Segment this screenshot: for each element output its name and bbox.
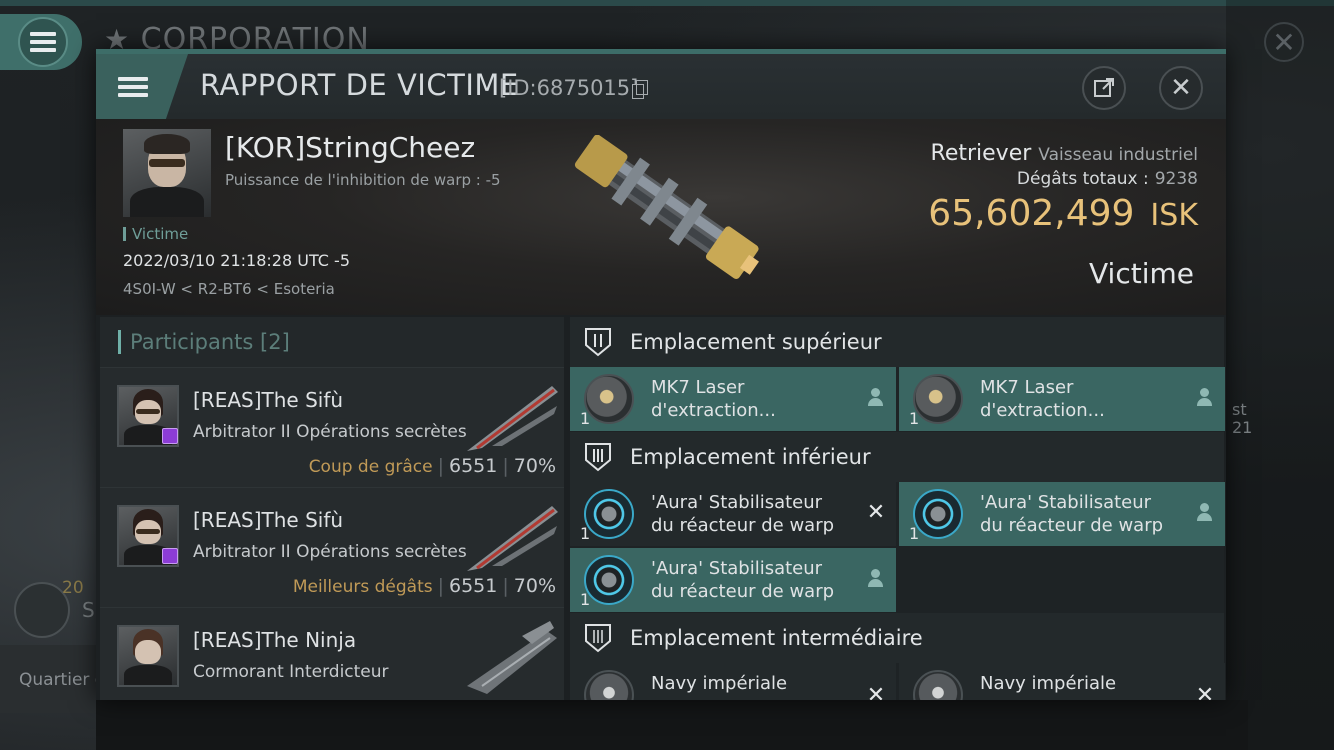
hamburger-icon	[118, 76, 148, 97]
module-slot[interactable]: Navy impériale ✕	[570, 663, 896, 700]
participant-stats: Meilleurs dégâts | 6551 | 70%	[292, 575, 556, 597]
mining-laser-icon	[913, 374, 963, 424]
participant-row[interactable]: [REAS]The Sifù Arbitrator II Opérations …	[100, 487, 564, 607]
corp-badge-icon	[162, 428, 178, 444]
close-button[interactable]: ✕	[1159, 66, 1203, 110]
participants-header: Participants [2]	[100, 317, 564, 367]
background-fragment-text: S	[82, 598, 95, 622]
module-slot[interactable]: 1 'Aura' Stabilisateur du réacteur de war…	[570, 482, 896, 546]
ship-name[interactable]: Retriever Vaisseau industriel	[931, 141, 1198, 166]
menu-icon	[18, 17, 68, 67]
background-quartier-label: Quartier g	[19, 670, 106, 690]
dropped-person-icon	[1195, 387, 1215, 409]
participant-portrait[interactable]	[117, 625, 179, 687]
participant-name: [REAS]The Sifù	[193, 388, 344, 412]
participant-name: [REAS]The Ninja	[193, 628, 357, 652]
kill-report-dialog: RAPPORT DE VICTIME [ID:6875015] ✕ [KOR]S…	[96, 49, 1226, 700]
dropped-person-icon	[1195, 502, 1215, 524]
kill-id: [ID:6875015]	[499, 76, 639, 100]
mid-slot-icon	[585, 624, 611, 653]
participant-name: [REAS]The Sifù	[193, 508, 344, 532]
participant-ship: Cormorant Interdicteur	[193, 662, 389, 682]
participant-stats: Coup de grâce | 6551 | 70%	[308, 455, 556, 477]
fittings-panel: Emplacement supérieur 1 MK7 Laser d'extra…	[570, 317, 1225, 700]
background-close-icon[interactable]: ✕	[1264, 22, 1304, 62]
warp-stabilizer-icon	[913, 489, 963, 539]
mining-laser-icon	[584, 374, 634, 424]
close-icon: ✕	[1170, 73, 1192, 103]
background-right-panel: st 21	[1226, 0, 1334, 750]
main-menu-button[interactable]	[0, 14, 82, 70]
participant-ship-image	[467, 621, 557, 694]
navy-module-icon	[584, 670, 634, 700]
module-slot[interactable]: 1 'Aura' Stabilisateur du réacteur de war…	[570, 548, 896, 612]
victim-name[interactable]: [KOR]StringCheez	[225, 131, 475, 164]
module-slot[interactable]: 1 'Aura' Stabilisateur du réacteur de war…	[899, 482, 1225, 546]
participants-panel: Participants [2] [REAS]The Sifù Arbitrat…	[100, 317, 564, 700]
copy-icon[interactable]	[632, 80, 648, 99]
victim-role-label: Victime	[123, 225, 188, 243]
victim-portrait[interactable]	[123, 129, 211, 217]
top-status-bar	[0, 0, 1334, 6]
warp-stabilizer-icon	[584, 555, 634, 605]
destroyed-x-icon: ✕	[866, 500, 886, 525]
participant-row[interactable]: [REAS]The Ninja Cormorant Interdicteur	[100, 607, 564, 700]
background-bottom-bar	[96, 700, 1248, 750]
module-slot[interactable]: 1 MK7 Laser d'extraction...	[899, 367, 1225, 431]
high-slot-icon	[585, 328, 611, 357]
dialog-header: RAPPORT DE VICTIME [ID:6875015] ✕	[96, 54, 1226, 119]
ship-category: Vaisseau industriel	[1038, 145, 1198, 165]
total-damage: Dégâts totaux :9238	[1016, 169, 1198, 189]
victim-banner: [KOR]StringCheez Puissance de l'inhibiti…	[96, 119, 1226, 315]
participant-ship-image	[467, 506, 558, 571]
dialog-menu-button[interactable]	[96, 54, 188, 119]
destroyed-x-icon: ✕	[1195, 683, 1215, 701]
kill-location[interactable]: 4S0I-W < R2-BT6 < Esoteria	[123, 280, 335, 298]
module-slot[interactable]: Navy impériale ✕	[899, 663, 1225, 700]
background-fragment-text: st	[1232, 400, 1247, 419]
warp-stabilizer-icon	[584, 489, 634, 539]
isk-value: 65,602,499 ISK	[928, 193, 1198, 234]
export-button[interactable]	[1082, 66, 1126, 110]
dialog-title: RAPPORT DE VICTIME	[200, 68, 519, 102]
participant-ship: Arbitrator II Opérations secrètes	[193, 422, 467, 442]
low-slot-icon	[585, 443, 611, 472]
module-slot[interactable]: 1 MK7 Laser d'extraction...	[570, 367, 896, 431]
warp-inhibition-text: Puissance de l'inhibition de warp : -5	[225, 171, 501, 189]
outcome-label: Victime	[1089, 257, 1194, 290]
mid-slot-header: Emplacement intermédiaire	[570, 613, 1224, 663]
kill-datetime: 2022/03/10 21:18:28 UTC -5	[123, 251, 351, 270]
navy-module-icon	[913, 670, 963, 700]
destroyed-x-icon: ✕	[866, 683, 886, 701]
victim-ship-image[interactable]	[551, 135, 771, 295]
dropped-person-icon	[866, 387, 886, 409]
background-fragment-text: 21	[1232, 418, 1253, 437]
dropped-person-icon	[866, 568, 886, 590]
background-counter: 20	[62, 578, 84, 598]
low-slot-header: Emplacement inférieur	[570, 432, 1224, 482]
corp-badge-icon	[162, 548, 178, 564]
external-link-icon	[1094, 78, 1114, 97]
participant-ship: Arbitrator II Opérations secrètes	[193, 542, 467, 562]
participant-row[interactable]: [REAS]The Sifù Arbitrator II Opérations …	[100, 367, 564, 487]
participant-ship-image	[467, 386, 558, 451]
high-slot-header: Emplacement supérieur	[570, 317, 1224, 367]
